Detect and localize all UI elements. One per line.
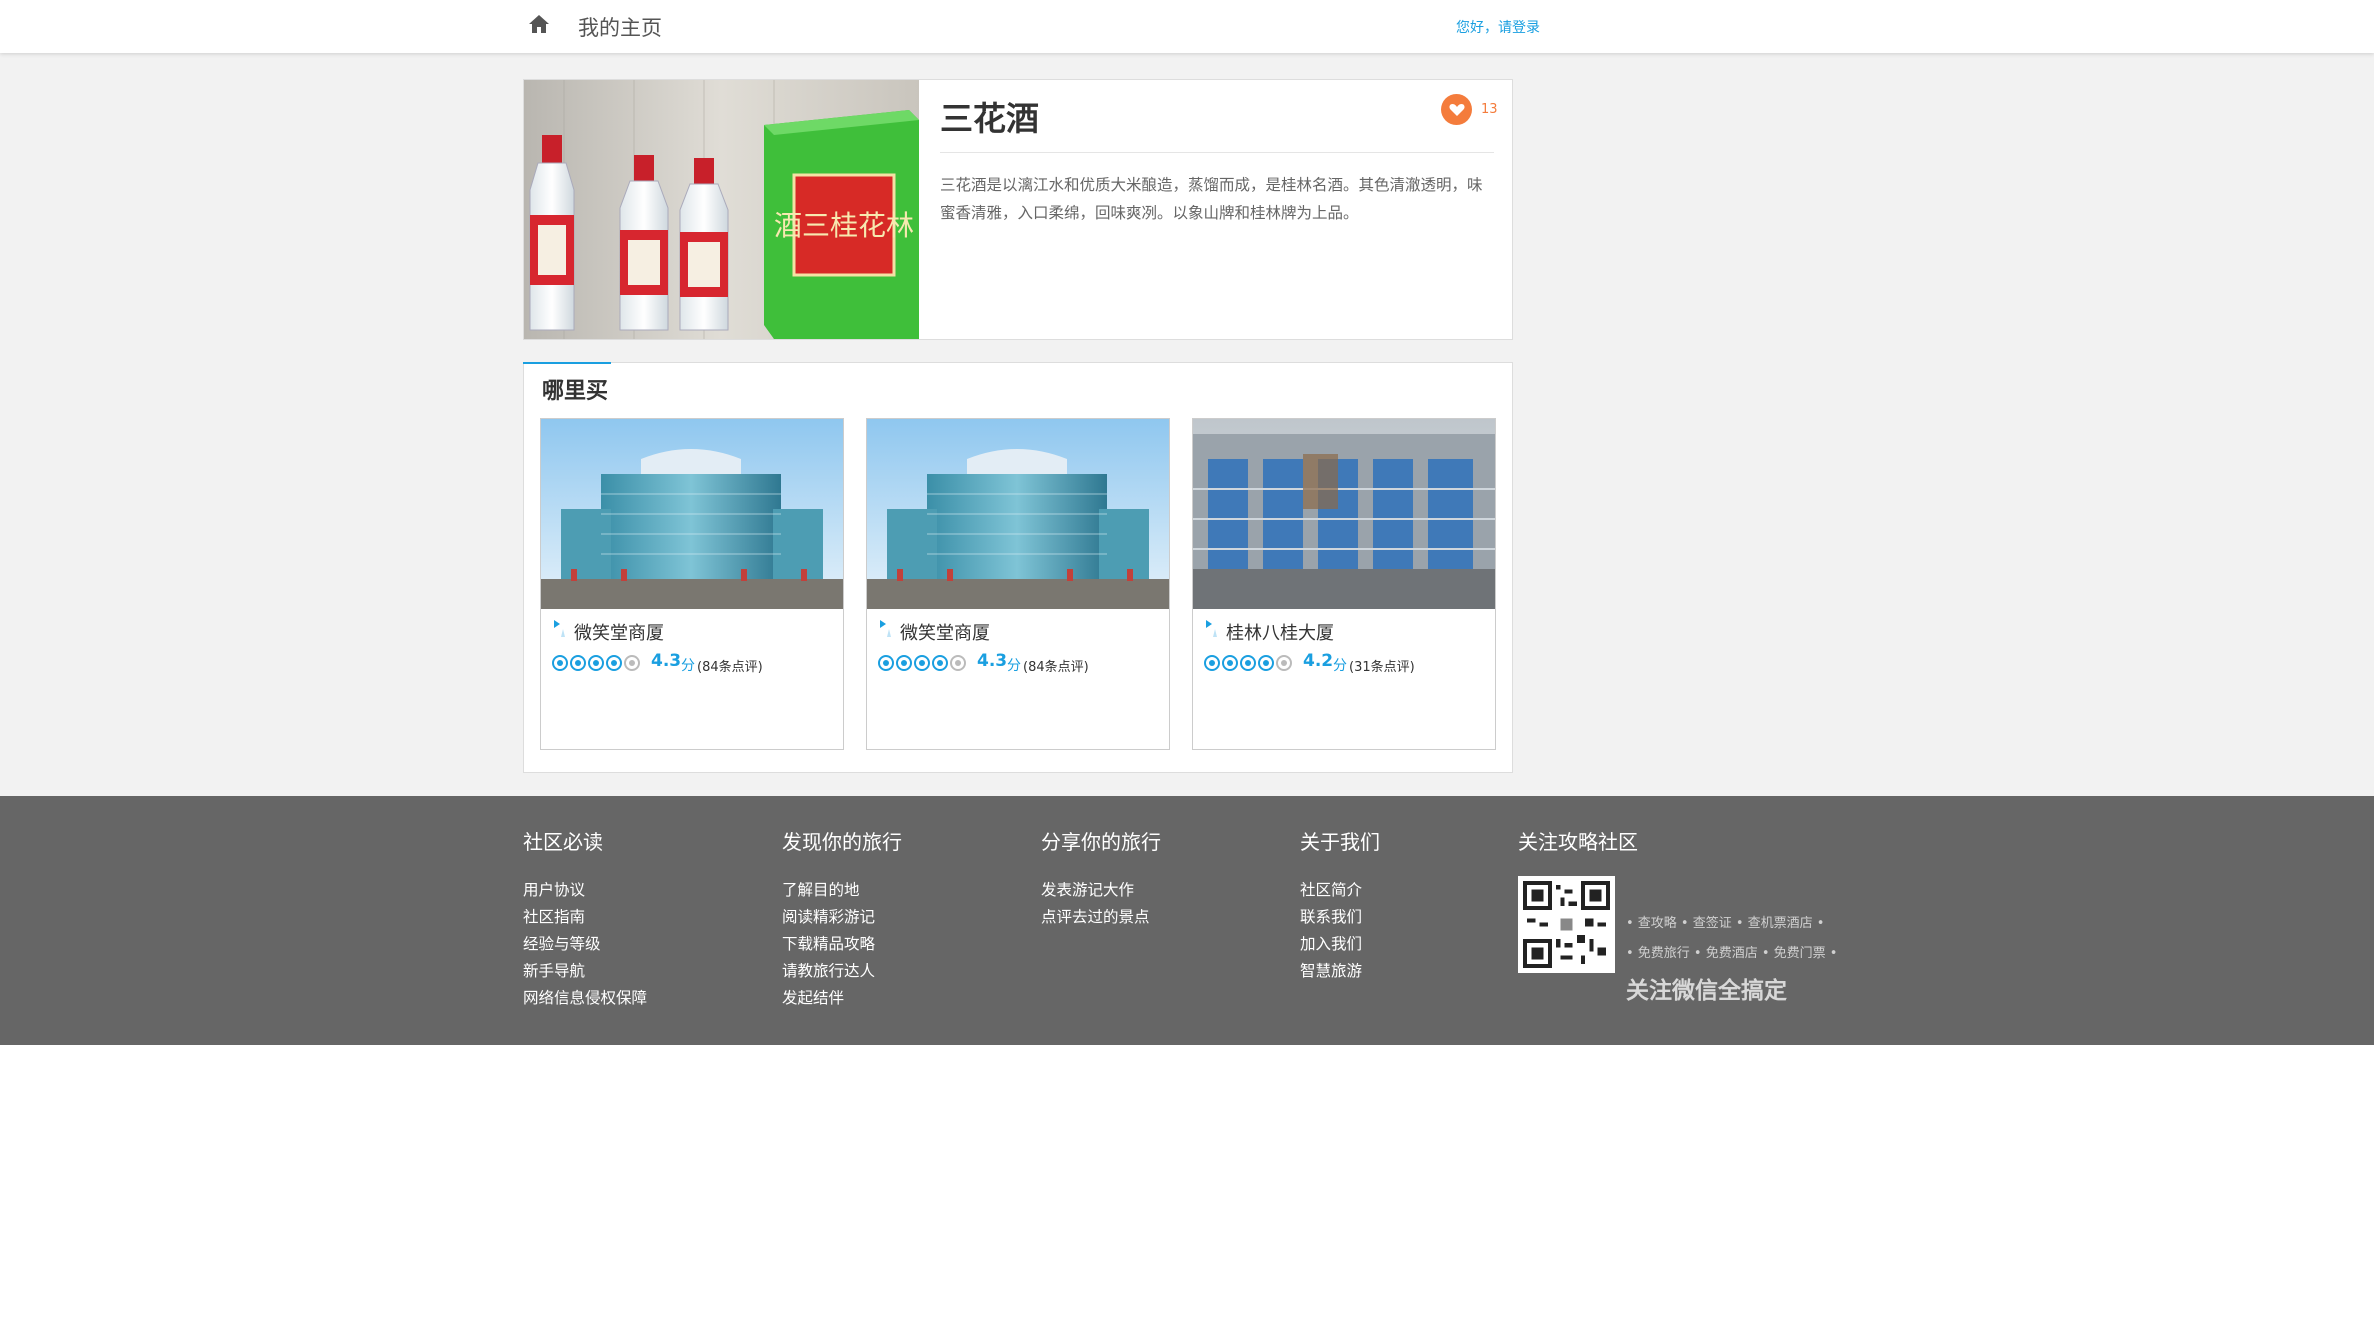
shop-score: 4.2 bbox=[1303, 651, 1334, 671]
divider bbox=[940, 152, 1494, 153]
heart-icon bbox=[1448, 103, 1465, 116]
footer-link-contact[interactable]: 联系我们 bbox=[1300, 904, 1380, 931]
score-unit: 分 bbox=[681, 658, 695, 674]
login-link[interactable]: 您好，请登录 bbox=[1456, 17, 1540, 37]
shop-score: 4.3 bbox=[977, 651, 1008, 671]
shop-photo[interactable] bbox=[1193, 419, 1495, 609]
shop-score: 4.3 bbox=[651, 651, 682, 671]
product-card: 酒三桂花林 三花酒 13 三花酒是以漓江水和优质大米酿造，蒸馏而成，是桂林名酒。… bbox=[523, 79, 1513, 340]
rating-star-icon bbox=[932, 655, 948, 671]
footer-column-share: 分享你的旅行 发表游记大作 点评去过的景点 bbox=[1041, 826, 1161, 931]
section-title: 哪里买 bbox=[542, 379, 609, 404]
wechat-qr-code bbox=[1518, 876, 1615, 973]
rating-star-icon bbox=[1204, 655, 1220, 671]
footer-column-discover: 发现你的旅行 了解目的地 阅读精彩游记 下载精品攻略 请教旅行达人 发起结伴 bbox=[782, 826, 902, 1012]
rating-star-icon bbox=[606, 655, 622, 671]
like-count: 13 bbox=[1481, 102, 1498, 117]
rating-star-icon bbox=[878, 655, 894, 671]
rating-star-icon bbox=[1258, 655, 1274, 671]
rating-star-icon bbox=[552, 655, 568, 671]
shop-card[interactable]: 微笑堂商厦 4.3 分 (84条点评) bbox=[540, 418, 844, 750]
rating-stars bbox=[1204, 655, 1292, 673]
shop-photo[interactable] bbox=[541, 419, 843, 609]
footer-link-travelogues[interactable]: 阅读精彩游记 bbox=[782, 904, 902, 931]
footer-heading: 关于我们 bbox=[1300, 830, 1380, 854]
rating-stars bbox=[878, 655, 966, 673]
footer-link-experts[interactable]: 请教旅行达人 bbox=[782, 958, 902, 985]
rating-star-icon bbox=[570, 655, 586, 671]
footer: 社区必读 用户协议 社区指南 经验与等级 新手导航 网络信息侵权保障 发现你的旅… bbox=[0, 796, 2374, 1045]
my-homepage-link[interactable]: 我的主页 bbox=[578, 12, 662, 42]
rating-star-icon bbox=[1240, 655, 1256, 671]
shop-photo[interactable] bbox=[867, 419, 1169, 609]
footer-column-community: 社区必读 用户协议 社区指南 经验与等级 新手导航 网络信息侵权保障 bbox=[523, 826, 647, 1012]
like-button[interactable] bbox=[1441, 94, 1472, 125]
footer-link-user-agreement[interactable]: 用户协议 bbox=[523, 877, 647, 904]
shop-card[interactable]: 桂林八桂大厦 4.2 分 (31条点评) bbox=[1192, 418, 1496, 750]
shop-name[interactable]: 微笑堂商厦 bbox=[574, 619, 664, 645]
footer-link-infringement[interactable]: 网络信息侵权保障 bbox=[523, 985, 647, 1012]
svg-text:酒三桂花林: 酒三桂花林 bbox=[774, 209, 914, 242]
footer-column-follow: 关注攻略社区 • 查攻略 • 查签证 • 查机票酒店 • • 免费旅行 • 免费… bbox=[1518, 826, 1858, 1006]
footer-link-companions[interactable]: 发起结伴 bbox=[782, 985, 902, 1012]
home-icon[interactable] bbox=[528, 14, 550, 34]
rating-star-icon bbox=[588, 655, 604, 671]
rating-star-icon bbox=[896, 655, 912, 671]
footer-link-review-sights[interactable]: 点评去过的景点 bbox=[1041, 904, 1161, 931]
footer-link-smart-travel[interactable]: 智慧旅游 bbox=[1300, 958, 1380, 985]
footer-heading: 关注攻略社区 bbox=[1518, 830, 1638, 854]
shop-name[interactable]: 微笑堂商厦 bbox=[900, 619, 990, 645]
product-name: 三花酒 bbox=[940, 99, 1039, 138]
follow-slogan: 关注微信全搞定 bbox=[1626, 978, 1787, 1004]
rating-star-icon bbox=[624, 655, 640, 671]
footer-link-destinations[interactable]: 了解目的地 bbox=[782, 877, 902, 904]
location-pin-icon bbox=[554, 620, 565, 637]
rating-star-icon bbox=[1222, 655, 1238, 671]
product-description: 三花酒是以漓江水和优质大米酿造，蒸馏而成，是桂林名酒。其色清澈透明，味蜜香清雅，… bbox=[940, 176, 1483, 222]
footer-link-guides[interactable]: 下载精品攻略 bbox=[782, 931, 902, 958]
rating-star-icon bbox=[950, 655, 966, 671]
follow-features-line2: • 免费旅行 • 免费酒店 • 免费门票 • bbox=[1626, 946, 1838, 961]
footer-heading: 社区必读 bbox=[523, 830, 603, 854]
where-to-buy-section: 哪里买 微笑堂商厦 4.3 分 (84条点评) 微笑堂商厦 4.3 分 (84条… bbox=[523, 362, 1513, 773]
rating-stars bbox=[552, 655, 640, 673]
review-count[interactable]: (84条点评) bbox=[697, 656, 763, 675]
footer-heading: 发现你的旅行 bbox=[782, 830, 902, 854]
location-pin-icon bbox=[1206, 620, 1217, 637]
score-unit: 分 bbox=[1333, 658, 1347, 674]
review-count[interactable]: (84条点评) bbox=[1023, 656, 1089, 675]
rating-star-icon bbox=[1276, 655, 1292, 671]
footer-column-about: 关于我们 社区简介 联系我们 加入我们 智慧旅游 bbox=[1300, 826, 1380, 985]
review-count[interactable]: (31条点评) bbox=[1349, 656, 1415, 675]
location-pin-icon bbox=[880, 620, 891, 637]
shop-card[interactable]: 微笑堂商厦 4.3 分 (84条点评) bbox=[866, 418, 1170, 750]
shop-name[interactable]: 桂林八桂大厦 bbox=[1226, 619, 1334, 645]
footer-link-community-guide[interactable]: 社区指南 bbox=[523, 904, 647, 931]
section-accent-bar bbox=[523, 362, 611, 364]
footer-link-levels[interactable]: 经验与等级 bbox=[523, 931, 647, 958]
rating-star-icon bbox=[914, 655, 930, 671]
score-unit: 分 bbox=[1007, 658, 1021, 674]
footer-link-newbie-guide[interactable]: 新手导航 bbox=[523, 958, 647, 985]
footer-link-join[interactable]: 加入我们 bbox=[1300, 931, 1380, 958]
follow-features-line1: • 查攻略 • 查签证 • 查机票酒店 • bbox=[1626, 916, 1825, 931]
footer-heading: 分享你的旅行 bbox=[1041, 830, 1161, 854]
top-nav-bar: 我的主页 您好，请登录 bbox=[0, 0, 2374, 53]
product-photo: 酒三桂花林 bbox=[524, 80, 919, 339]
footer-link-intro[interactable]: 社区简介 bbox=[1300, 877, 1380, 904]
footer-link-post-travelogue[interactable]: 发表游记大作 bbox=[1041, 877, 1161, 904]
